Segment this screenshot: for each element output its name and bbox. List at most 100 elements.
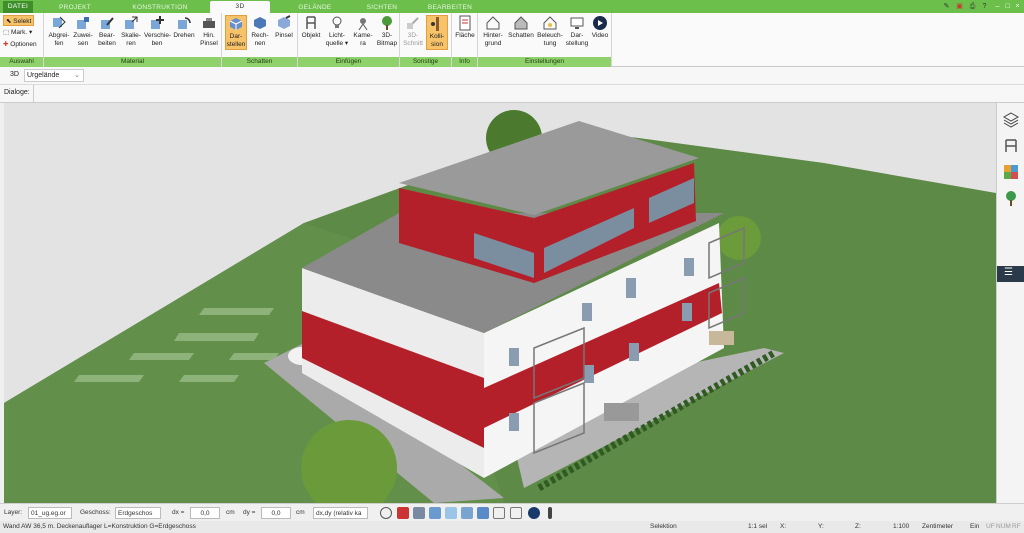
cube-view-icon[interactable] — [477, 507, 489, 519]
drehen-button[interactable]: Drehen — [172, 15, 196, 40]
selection-count: 1:1 sel — [748, 523, 768, 530]
kollision-button[interactable]: Kolli-sion — [426, 15, 448, 50]
tab-konstruktion[interactable]: KONSTRUKTION — [115, 2, 205, 13]
zuweisen-button[interactable]: Zuwei-sen — [72, 15, 94, 48]
house-background-icon — [486, 16, 500, 30]
divider — [33, 85, 34, 102]
rf-info: RF — [1012, 523, 1021, 530]
angle-icon[interactable] — [445, 507, 457, 519]
panel-collapse-handle[interactable]: ☰ — [997, 266, 1024, 282]
rotate-icon — [178, 17, 191, 29]
group-label-sonstige: Sonstige — [400, 57, 451, 67]
hin-pinsel-label-2: Pinsel — [200, 40, 218, 47]
dy-input[interactable]: 0,0 — [261, 507, 291, 519]
group-info: Fläche Info — [452, 13, 478, 67]
flaeche-button[interactable]: Fläche — [453, 15, 477, 40]
north-icon[interactable] — [528, 507, 540, 519]
group-label-schatten: Schatten — [222, 57, 297, 67]
darstellung-label-1: Dar- — [570, 32, 584, 39]
kamera-label-2: ra — [360, 40, 366, 47]
rechnen-button[interactable]: Rech-nen — [249, 15, 271, 48]
objekt-button[interactable]: Objekt — [300, 15, 322, 40]
lightbulb-icon — [332, 16, 342, 28]
terrain-dropdown-value: Urgelände — [27, 72, 60, 79]
bitmap3d-button[interactable]: 3D- Bitmap — [376, 15, 398, 48]
minimize-icon[interactable]: – — [993, 2, 1002, 11]
hin-pinsel-label-1: Hin. — [203, 32, 215, 39]
hin-pinsel-button[interactable]: Hin. Pinsel — [198, 15, 220, 48]
tab-projekt[interactable]: PROJEKT — [45, 2, 105, 13]
chair-catalog-icon[interactable] — [1002, 137, 1020, 155]
clock-icon[interactable] — [380, 507, 392, 519]
snap-icon[interactable] — [429, 507, 441, 519]
geschoss-select[interactable]: Erdgeschos — [115, 507, 161, 519]
group-schatten: Dar-stellen Rech-nen Pinsel Schatten — [222, 13, 298, 67]
hintergrund-button[interactable]: Hinter-grund — [480, 15, 506, 48]
scale-icon — [125, 16, 138, 29]
schatten-settings-button[interactable]: Schatten — [507, 15, 535, 40]
tab-sichten[interactable]: SICHTEN — [352, 2, 412, 13]
schnitt3d-label-1: 3D- — [407, 32, 419, 39]
beleuchtung-button[interactable]: Beleuch-tung — [536, 15, 564, 48]
num-info: NUM — [996, 523, 1011, 530]
dy-label: dy = — [243, 509, 256, 516]
help-icon[interactable]: ? — [980, 2, 989, 11]
pen-icon[interactable]: ✎ — [942, 2, 951, 11]
layer-select[interactable]: 01_ug.eg.or — [28, 507, 72, 519]
3d-scene[interactable] — [4, 103, 996, 503]
screen-record-icon[interactable] — [397, 507, 409, 519]
rechnen-label-2: nen — [254, 40, 266, 47]
tab-datei[interactable]: DATEI — [3, 1, 33, 13]
chevron-down-icon: ⌄ — [74, 72, 80, 79]
video-button[interactable]: Video — [590, 15, 610, 40]
darstellung-button[interactable]: Dar-stellung — [564, 15, 590, 48]
group-material: Abgrei-fen Zuwei-sen Bear-beiten Skalie-… — [44, 13, 222, 67]
grid-icon[interactable] — [510, 507, 522, 519]
tab-3d[interactable]: 3D — [210, 1, 270, 13]
pinsel-label: Pinsel — [275, 32, 293, 39]
lawn-patch — [74, 375, 144, 382]
abgreifen-button[interactable]: Abgrei-fen — [48, 15, 70, 48]
view-mode-label: 3D — [10, 71, 19, 78]
bearbeiten-button[interactable]: Bear-beiten — [96, 15, 118, 48]
bitmap3d-label-2: Bitmap — [376, 40, 398, 47]
maximize-icon[interactable]: □ — [1003, 2, 1012, 11]
options-button[interactable]: ✚ Optionen — [3, 39, 37, 50]
layers-icon[interactable] — [1002, 111, 1020, 129]
print-icon[interactable]: ⎙ — [968, 2, 977, 11]
terrain-dropdown[interactable]: Urgelände ⌄ — [24, 69, 84, 82]
window — [509, 348, 519, 366]
skalieren-button[interactable]: Skalie-ren — [120, 15, 142, 48]
tab-gelaende[interactable]: GELÄNDE — [285, 2, 345, 13]
select-button[interactable]: ⬉ Selekt — [3, 15, 35, 26]
dx-input[interactable]: 0,0 — [190, 507, 220, 519]
print-preview-icon[interactable] — [413, 507, 425, 519]
tab-bearbeiten[interactable]: BEARBEITEN — [420, 2, 480, 13]
3d-viewport[interactable] — [4, 103, 996, 503]
darstellen-button[interactable]: Dar-stellen — [225, 15, 247, 50]
layers-toggle-icon[interactable] — [493, 507, 505, 519]
eyedropper-icon — [53, 16, 66, 29]
bearbeiten-label-1: Bear- — [99, 32, 115, 39]
mark-button[interactable]: ⬚ Mark. ▾ — [3, 27, 32, 38]
terrace-furniture — [709, 331, 734, 345]
dx-label: dx = — [172, 509, 185, 516]
camera-icon — [358, 18, 368, 31]
coord-mode-select[interactable]: dx,dy (relativ ka — [313, 507, 368, 519]
group-einstellungen: Hinter-grund Schatten Beleuch-tung Dar-s… — [478, 13, 612, 67]
bearbeiten-label-2: beiten — [98, 40, 116, 47]
separator-icon — [548, 507, 552, 519]
kamera-button[interactable]: Kame-ra — [352, 15, 374, 48]
materials-icon[interactable] — [1002, 163, 1020, 181]
pinsel-button[interactable]: Pinsel — [273, 15, 295, 40]
group-label-einstellungen: Einstellungen — [478, 57, 611, 67]
layout-icon[interactable]: ▣ — [955, 2, 964, 11]
beleuchtung-label-2: tung — [543, 40, 557, 47]
line-icon[interactable] — [461, 507, 473, 519]
bitmap3d-label-1: 3D- — [381, 32, 393, 39]
lichtquelle-button[interactable]: Licht-quelle ▾ — [324, 15, 350, 48]
close-icon[interactable]: × — [1013, 2, 1022, 11]
verschieben-button[interactable]: Verschie-ben — [144, 15, 171, 48]
schnitt3d-button[interactable]: 3D- Schnitt — [402, 15, 424, 48]
plant-icon[interactable] — [1002, 189, 1020, 207]
